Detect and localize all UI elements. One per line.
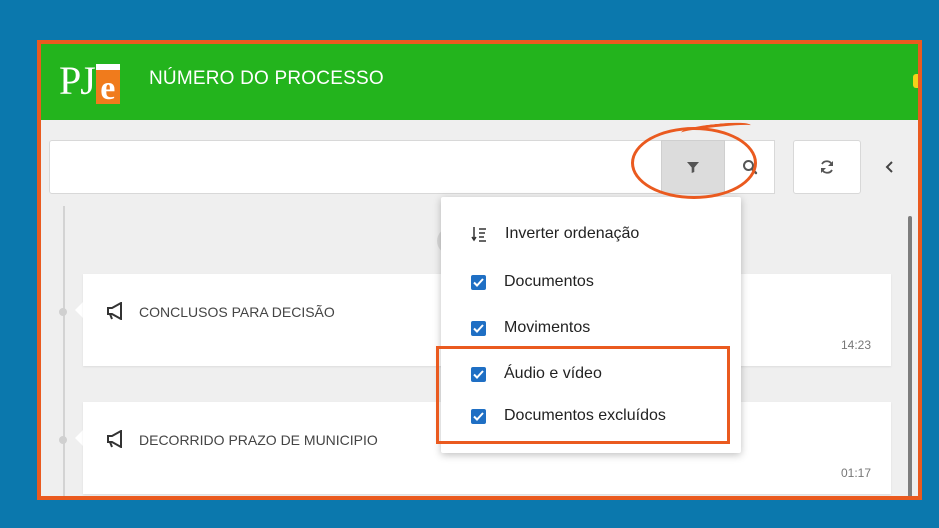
page-title: NÚMERO DO PROCESSO bbox=[149, 68, 384, 89]
refresh-button[interactable] bbox=[793, 140, 861, 194]
highlight-box bbox=[436, 346, 730, 444]
timeline-dot bbox=[59, 436, 67, 444]
card-pointer bbox=[75, 302, 83, 318]
card-pointer bbox=[75, 430, 83, 446]
refresh-icon bbox=[821, 160, 833, 174]
check-icon bbox=[473, 277, 484, 287]
menu-item-label: Movimentos bbox=[504, 319, 591, 336]
app-header: PJ e NÚMERO DO PROCESSO bbox=[41, 44, 918, 120]
scrollbar[interactable] bbox=[908, 216, 912, 496]
menu-item-label: Inverter ordenação bbox=[505, 225, 640, 242]
logo-text: PJ bbox=[59, 58, 96, 103]
timeline-line bbox=[63, 206, 65, 496]
event-time: 01:17 bbox=[840, 466, 871, 480]
sort-descending-icon bbox=[471, 227, 486, 242]
annotation-circle bbox=[631, 127, 757, 199]
app-frame: PJ e NÚMERO DO PROCESSO CONCLUSOS PARA DE… bbox=[37, 40, 922, 500]
checkbox-checked[interactable] bbox=[471, 320, 486, 336]
event-text: CONCLUSOS PARA DECISÃO bbox=[139, 304, 335, 320]
check-icon bbox=[473, 323, 484, 333]
timeline-dot bbox=[59, 308, 67, 316]
megaphone-icon bbox=[107, 302, 122, 320]
checkbox-checked[interactable] bbox=[471, 274, 486, 290]
megaphone-icon bbox=[107, 430, 122, 448]
logo-letter: e bbox=[95, 64, 120, 107]
menu-item-label: Documentos bbox=[504, 273, 594, 290]
pje-logo: PJ e bbox=[59, 52, 120, 107]
chevron-left-icon bbox=[885, 161, 893, 173]
event-time: 14:23 bbox=[840, 338, 871, 352]
event-text: DECORRIDO PRAZO DE MUNICIPIO bbox=[139, 432, 378, 448]
menu-item-movimentos[interactable]: Movimentos bbox=[471, 319, 590, 337]
menu-item-documentos[interactable]: Documentos bbox=[471, 273, 594, 291]
menu-item-invert-order[interactable]: Inverter ordenação bbox=[471, 225, 639, 243]
collapse-button[interactable] bbox=[875, 140, 905, 194]
header-edge-button[interactable] bbox=[913, 74, 918, 88]
toolbar bbox=[41, 120, 918, 206]
